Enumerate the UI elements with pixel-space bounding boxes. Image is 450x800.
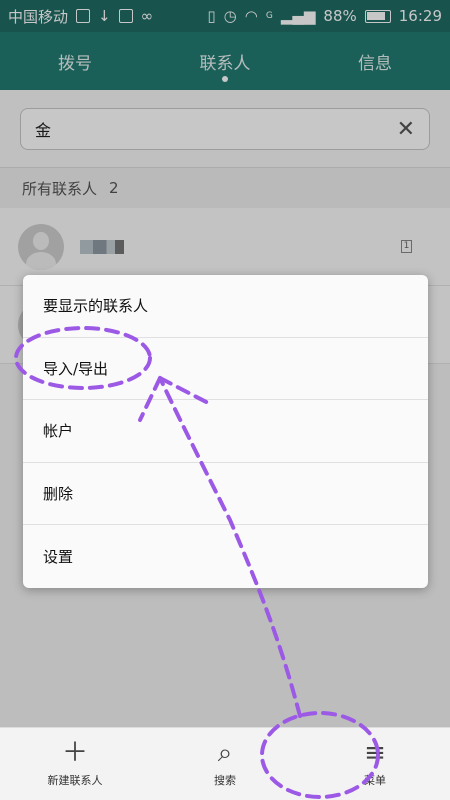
search-icon: ⌕ <box>217 738 233 768</box>
bottom-bar-label: 新建联系人 <box>47 774 103 787</box>
bottom-bar-label: 搜索 <box>214 774 236 787</box>
menu-icon: ≡ <box>364 738 386 768</box>
menu-item-import-export[interactable]: 导入/导出 <box>23 338 428 401</box>
menu-item-delete[interactable]: 删除 <box>23 463 428 526</box>
plus-icon: ＋ <box>61 738 88 768</box>
menu-item-settings[interactable]: 设置 <box>23 525 428 588</box>
menu-button[interactable]: ≡ 菜单 <box>300 728 450 800</box>
menu-item-accounts[interactable]: 帐户 <box>23 400 428 463</box>
bottom-bar: ＋ 新建联系人 ⌕ 搜索 ≡ 菜单 <box>0 727 450 800</box>
search-button[interactable]: ⌕ 搜索 <box>150 728 300 800</box>
new-contact-button[interactable]: ＋ 新建联系人 <box>0 728 150 800</box>
menu-item-visible-contacts[interactable]: 要显示的联系人 <box>23 275 428 338</box>
popup-menu: 要显示的联系人 导入/导出 帐户 删除 设置 <box>23 275 428 588</box>
bottom-bar-label: 菜单 <box>364 774 386 787</box>
